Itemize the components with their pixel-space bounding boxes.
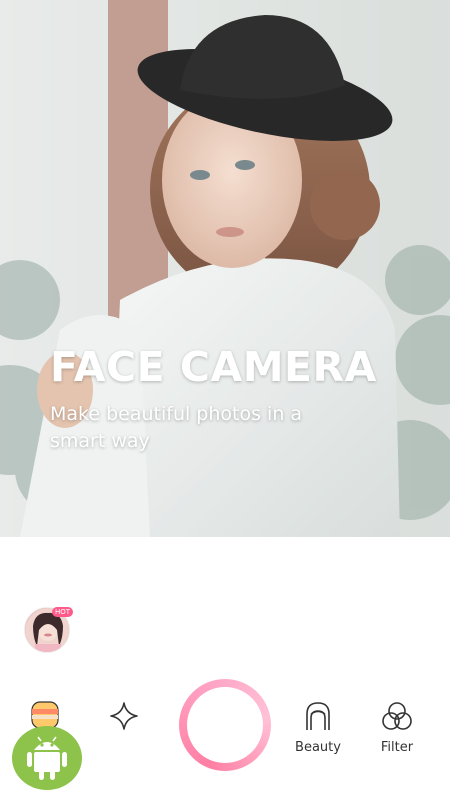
android-icon (27, 736, 67, 780)
filter-label: Filter (380, 740, 414, 755)
beauty-label: Beauty (295, 740, 341, 755)
sparkle-icon (110, 702, 138, 730)
hot-badge: HOT (52, 607, 74, 617)
hero-title: FACE CAMERA (50, 343, 377, 391)
filter-button[interactable]: Filter (368, 700, 426, 755)
effect-button[interactable] (98, 700, 150, 732)
hero-photo (0, 0, 450, 537)
android-badge[interactable] (12, 726, 82, 790)
recent-photo-thumbnail[interactable]: HOT (24, 607, 74, 653)
hero-subtitle: Make beautiful photos in a smart way (50, 403, 303, 452)
hero-banner: FACE CAMERA Make beautiful photos in a s… (0, 0, 450, 537)
shutter-inner (187, 687, 263, 763)
face-outline-icon (306, 702, 330, 730)
three-circles-icon (382, 702, 412, 730)
shutter-button[interactable] (179, 679, 271, 771)
beauty-button[interactable]: Beauty (288, 700, 348, 755)
